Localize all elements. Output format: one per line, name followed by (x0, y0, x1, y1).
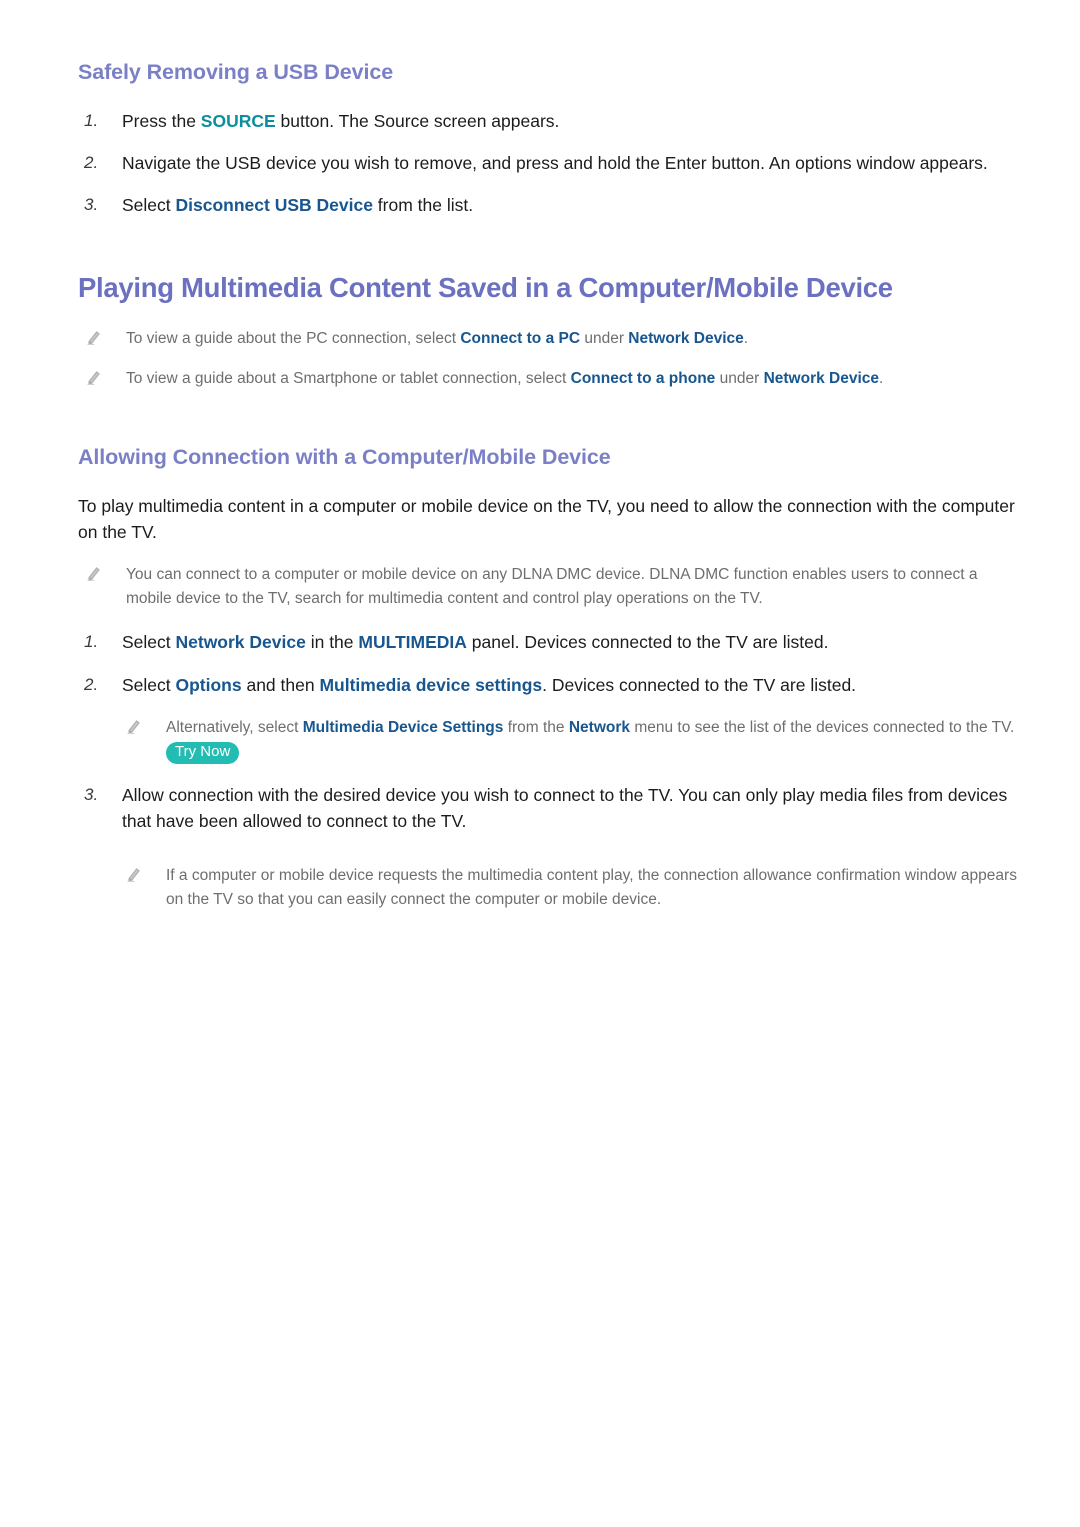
list-item: 1. Press the SOURCE button. The Source s… (78, 108, 1018, 134)
list-item: 3. Select Disconnect USB Device from the… (78, 192, 1018, 218)
inline-text: in the (305, 632, 359, 653)
section-heading-safely-removing-usb: Safely Removing a USB Device (78, 60, 394, 84)
inline-link[interactable]: SOURCE (201, 111, 276, 131)
list-number: 1. (84, 110, 99, 130)
list-item-text: Navigate the USB device you wish to remo… (122, 150, 1018, 176)
inline-link[interactable]: Connect to a phone (571, 370, 716, 387)
note-item: To view a guide about a Smartphone or ta… (86, 367, 1018, 393)
list-item: 2. Select Options and then Multimedia de… (78, 672, 1018, 698)
pencil-icon (86, 367, 126, 393)
note-item: You can connect to a computer or mobile … (86, 563, 1018, 611)
inline-link[interactable]: Network Device (628, 330, 743, 347)
inline-text: under (580, 329, 629, 347)
inline-link[interactable]: Network Device (176, 632, 306, 652)
list-number: 1. (84, 632, 99, 652)
page-title-playing-multimedia: Playing Multimedia Content Saved in a Co… (78, 271, 893, 303)
inline-text: Select (122, 674, 176, 695)
list-number: 2. (84, 674, 99, 694)
inline-text: You can connect to a computer or mobile … (126, 566, 978, 608)
inline-text: from the (503, 718, 569, 736)
pencil-icon (86, 563, 126, 589)
pencil-icon (86, 327, 126, 353)
note-item: Alternatively, select Multimedia Device … (126, 716, 1018, 764)
list-item-text: Select Network Device in the MULTIMEDIA … (122, 629, 1018, 655)
note-text: To view a guide about the PC connection,… (126, 327, 1018, 351)
note-list-dlna: You can connect to a computer or mobile … (86, 563, 1018, 611)
note-list-playing-multimedia: To view a guide about the PC connection,… (86, 327, 1018, 393)
inline-text: . (879, 369, 884, 387)
inline-text: Navigate the USB device you wish to remo… (122, 153, 988, 174)
list-item-text: Select Options and then Multimedia devic… (122, 672, 1018, 698)
note-list-alternative: Alternatively, select Multimedia Device … (126, 716, 1018, 764)
ordered-list-safely-removing-usb: 1. Press the SOURCE button. The Source s… (78, 108, 1018, 219)
inline-text: Select (122, 195, 176, 216)
inline-text: button. The Source screen appears. (275, 110, 560, 131)
inline-link[interactable]: MULTIMEDIA (358, 632, 467, 652)
note-text: You can connect to a computer or mobile … (126, 563, 1018, 611)
note-text: Alternatively, select Multimedia Device … (166, 716, 1018, 764)
inline-text: To view a guide about a Smartphone or ta… (126, 369, 571, 387)
inline-link[interactable]: Network Device (764, 370, 879, 387)
inline-link[interactable]: Connect to a PC (460, 330, 580, 347)
inline-link[interactable]: Multimedia device settings (319, 675, 542, 695)
inline-link[interactable]: Network (569, 719, 630, 736)
inline-text: and then (241, 674, 320, 695)
note-item: To view a guide about the PC connection,… (86, 327, 1018, 353)
list-item: 2. Navigate the USB device you wish to r… (78, 150, 1018, 176)
inline-text: If a computer or mobile device requests … (166, 867, 1017, 909)
note-text: If a computer or mobile device requests … (166, 864, 1018, 912)
list-item-text: Select Disconnect USB Device from the li… (122, 192, 1018, 218)
note-text: To view a guide about a Smartphone or ta… (126, 367, 1018, 391)
inline-text: Select (122, 632, 176, 653)
ordered-list-allowing-connection-step3: 3. Allow connection with the desired dev… (78, 782, 1018, 835)
inline-text: panel. Devices connected to the TV are l… (466, 632, 829, 653)
list-number: 2. (84, 153, 99, 173)
inline-text: menu to see the list of the devices conn… (630, 718, 1015, 736)
list-item: 1. Select Network Device in the MULTIMED… (78, 629, 1018, 655)
list-number: 3. (84, 195, 99, 215)
inline-text: . Devices connected to the TV are listed… (542, 674, 857, 695)
note-item: If a computer or mobile device requests … (126, 864, 1018, 912)
pencil-icon (126, 716, 166, 742)
ordered-list-allowing-connection: 1. Select Network Device in the MULTIMED… (78, 629, 1018, 698)
inline-text: To view a guide about the PC connection,… (126, 329, 461, 347)
list-item-text: Press the SOURCE button. The Source scre… (122, 108, 1018, 134)
inline-text: under (715, 369, 764, 387)
try-now-badge[interactable]: Try Now (166, 741, 240, 764)
section-heading-allowing-connection: Allowing Connection with a Computer/Mobi… (78, 444, 611, 469)
list-number: 3. (84, 784, 99, 804)
pencil-icon (126, 864, 166, 890)
inline-text: Alternatively, select (166, 718, 303, 736)
inline-text: from the list. (372, 195, 474, 216)
inline-link[interactable]: Options (176, 675, 242, 695)
inline-text: . (743, 329, 749, 347)
list-item-text: Allow connection with the desired device… (122, 782, 1018, 835)
list-item: 3. Allow connection with the desired dev… (78, 782, 1018, 835)
inline-text: Press the (122, 110, 201, 131)
note-list-confirmation: If a computer or mobile device requests … (126, 864, 1018, 912)
inline-link[interactable]: Multimedia Device Settings (303, 719, 504, 736)
inline-link[interactable]: Disconnect USB Device (176, 195, 373, 215)
intro-paragraph: To play multimedia content in a computer… (78, 495, 1015, 542)
inline-text: Allow connection with the desired device… (122, 784, 1008, 832)
document-page: Safely Removing a USB Device 1. Press th… (0, 0, 1080, 1527)
